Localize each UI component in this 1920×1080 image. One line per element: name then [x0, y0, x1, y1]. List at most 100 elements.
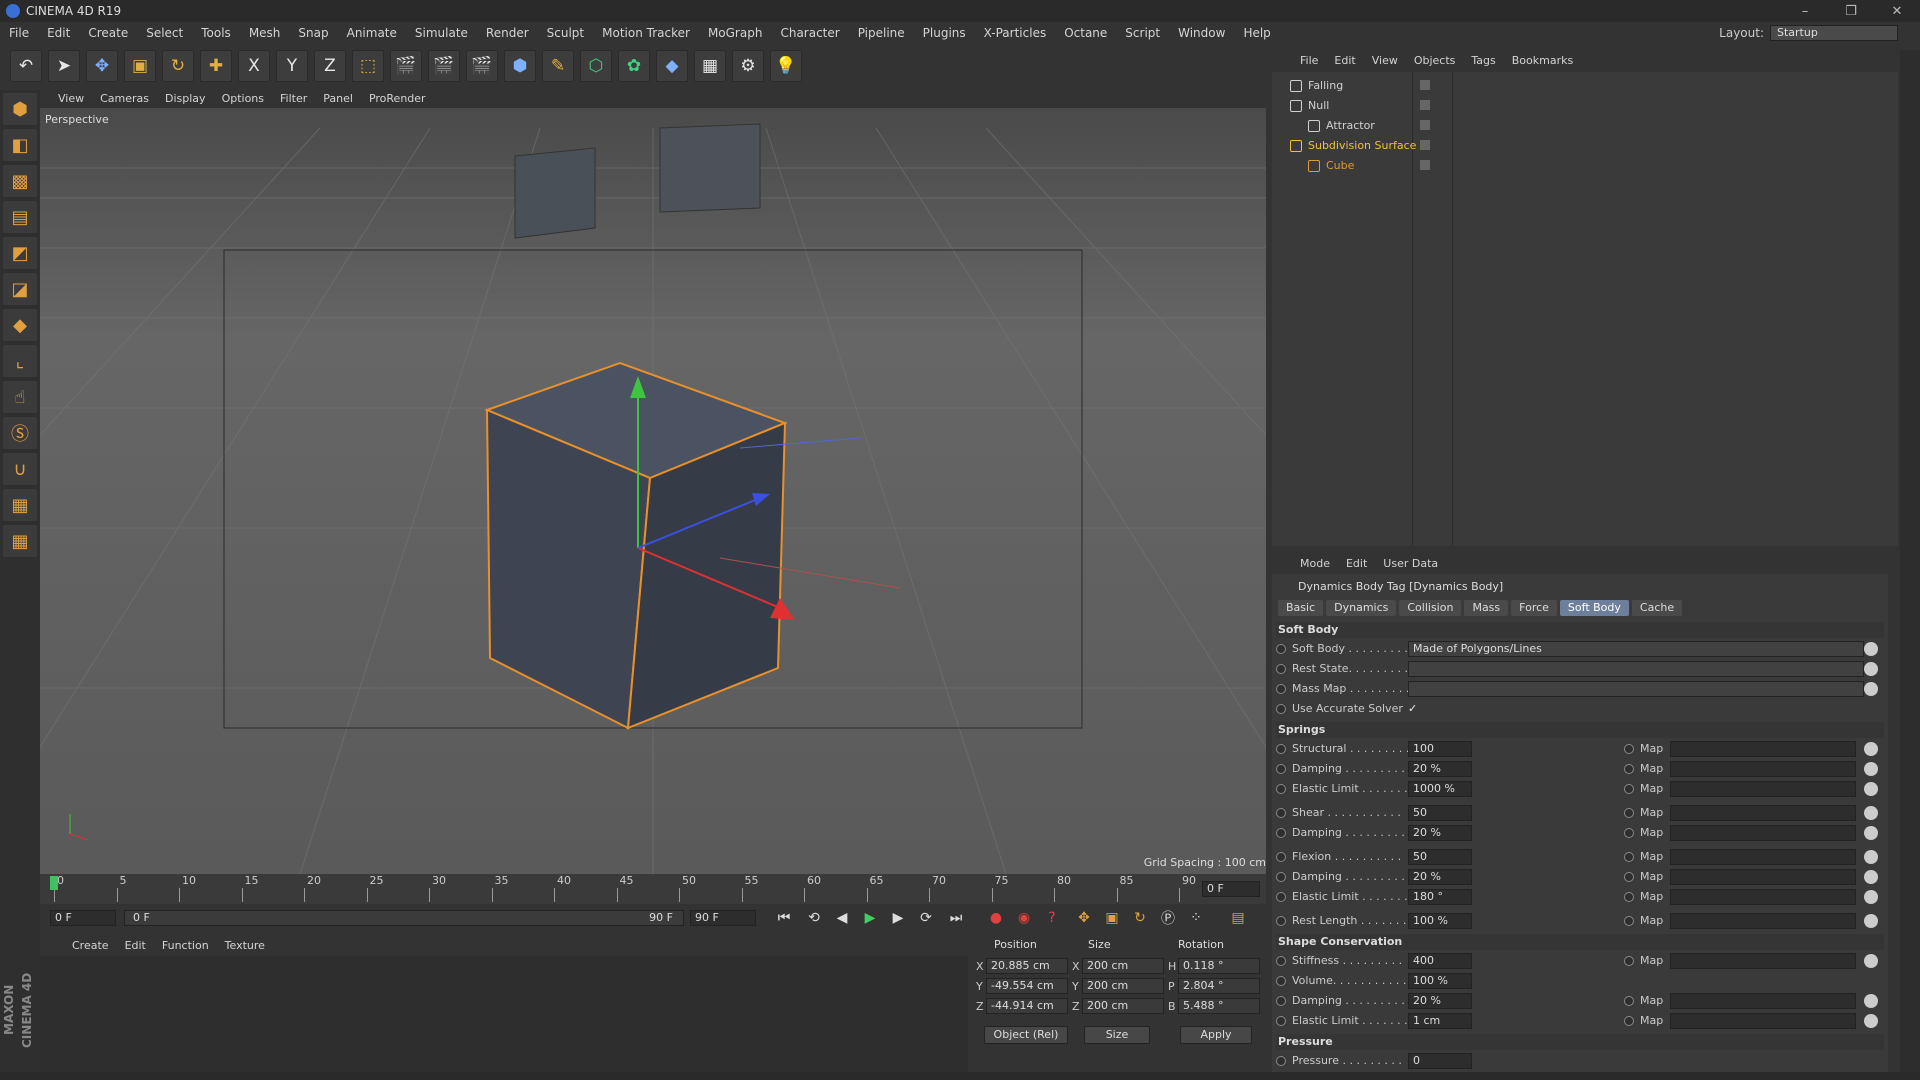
visibility-check-icon[interactable]	[1420, 140, 1430, 150]
rotation-p-field[interactable]: 2.804 °	[1178, 978, 1260, 994]
axis-icon[interactable]: ⌞	[3, 345, 37, 377]
animate-radio[interactable]	[1276, 852, 1286, 862]
workplane-lock-icon[interactable]: ▦	[3, 489, 37, 521]
animate-radio[interactable]	[1276, 664, 1286, 674]
tab-cache[interactable]: Cache	[1631, 600, 1683, 616]
map-link-field[interactable]	[1670, 889, 1856, 905]
menu-item-simulate[interactable]: Simulate	[406, 26, 477, 40]
size-z-field[interactable]: 200 cm	[1082, 998, 1164, 1014]
snap-icon[interactable]: Ⓢ	[3, 417, 37, 449]
menu-item-edit[interactable]: Edit	[38, 26, 79, 40]
prev-key-icon[interactable]: ⟲	[802, 907, 826, 929]
material-menu-function[interactable]: Function	[154, 939, 217, 952]
object-menu-tags[interactable]: Tags	[1463, 54, 1503, 67]
go-to-start-icon[interactable]: ⏮	[772, 907, 796, 929]
menu-item-sculpt[interactable]: Sculpt	[538, 26, 593, 40]
link-clear-icon[interactable]	[1864, 642, 1878, 656]
undo-icon[interactable]: ↶	[10, 50, 42, 82]
viewport-menu-display[interactable]: Display	[157, 92, 214, 105]
parameter-value-field[interactable]: 20 %	[1408, 993, 1472, 1009]
timeline-layout-icon[interactable]: ▤	[1226, 907, 1250, 929]
map-animate-radio[interactable]	[1624, 892, 1634, 902]
close-button[interactable]: ✕	[1874, 4, 1920, 19]
layout-dropdown[interactable]: Startup	[1770, 25, 1898, 41]
object-row-subdivision-surface[interactable]: Subdivision Surface	[1272, 136, 1898, 156]
animate-radio[interactable]	[1276, 872, 1286, 882]
map-link-field[interactable]	[1670, 953, 1856, 969]
material-menu-texture[interactable]: Texture	[217, 939, 273, 952]
object-menu-file[interactable]: File	[1292, 54, 1326, 67]
map-clear-icon[interactable]	[1864, 806, 1878, 820]
parameter-value-field[interactable]: 1 cm	[1408, 1013, 1472, 1029]
map-animate-radio[interactable]	[1624, 872, 1634, 882]
render-settings-icon[interactable]: 🎬	[466, 50, 498, 82]
menu-item-x-particles[interactable]: X-Particles	[975, 26, 1056, 40]
map-clear-icon[interactable]	[1864, 742, 1878, 756]
map-animate-radio[interactable]	[1624, 1016, 1634, 1026]
animate-radio[interactable]	[1276, 784, 1286, 794]
animate-radio[interactable]	[1276, 828, 1286, 838]
viewport-menu-filter[interactable]: Filter	[272, 92, 315, 105]
parameter-value-field[interactable]: Made of Polygons/Lines	[1408, 641, 1864, 657]
menu-item-animate[interactable]: Animate	[338, 26, 406, 40]
cloner-icon[interactable]: ✿	[618, 50, 650, 82]
link-clear-icon[interactable]	[1864, 662, 1878, 676]
coordinate-mode-dropdown[interactable]: Object (Rel)	[984, 1026, 1068, 1044]
map-link-field[interactable]	[1670, 869, 1856, 885]
map-animate-radio[interactable]	[1624, 956, 1634, 966]
animate-radio[interactable]	[1276, 1056, 1286, 1066]
keyframe-selection-icon[interactable]: ?	[1040, 907, 1064, 929]
map-animate-radio[interactable]	[1624, 808, 1634, 818]
range-slider[interactable]: 0 F 90 F	[124, 910, 684, 926]
visibility-check-icon[interactable]	[1420, 100, 1430, 110]
menu-item-plugins[interactable]: Plugins	[914, 26, 975, 40]
map-link-field[interactable]	[1670, 741, 1856, 757]
map-link-field[interactable]	[1670, 761, 1856, 777]
animate-radio[interactable]	[1276, 916, 1286, 926]
map-animate-radio[interactable]	[1624, 828, 1634, 838]
make-editable-icon[interactable]: ⬢	[3, 93, 37, 125]
next-key-icon[interactable]: ⟳	[914, 907, 938, 929]
map-link-field[interactable]	[1670, 805, 1856, 821]
object-row-falling[interactable]: Falling	[1272, 76, 1898, 96]
menu-item-mograph[interactable]: MoGraph	[699, 26, 772, 40]
render-picture-viewer-icon[interactable]: 🎬	[428, 50, 460, 82]
map-clear-icon[interactable]	[1864, 850, 1878, 864]
rotation-b-field[interactable]: 5.488 °	[1178, 998, 1260, 1014]
floor-icon[interactable]: ▦	[694, 50, 726, 82]
animate-radio[interactable]	[1276, 996, 1286, 1006]
record-parameter-icon[interactable]: Ⓟ	[1156, 907, 1180, 929]
animate-radio[interactable]	[1276, 956, 1286, 966]
position-y-field[interactable]: -49.554 cm	[986, 978, 1068, 994]
last-tool-icon[interactable]: ✚	[200, 50, 232, 82]
size-y-field[interactable]: 200 cm	[1082, 978, 1164, 994]
animate-radio[interactable]	[1276, 764, 1286, 774]
start-frame-field[interactable]: 0 F	[50, 910, 116, 926]
light-icon[interactable]: 💡	[770, 50, 802, 82]
parameter-value-field[interactable]: 20 %	[1408, 869, 1472, 885]
menu-item-pipeline[interactable]: Pipeline	[849, 26, 914, 40]
scale-icon[interactable]: ▣	[124, 50, 156, 82]
map-link-field[interactable]	[1670, 913, 1856, 929]
texture-mode-icon[interactable]: ▩	[3, 165, 37, 197]
material-menu-create[interactable]: Create	[64, 939, 117, 952]
viewport-menu-cameras[interactable]: Cameras	[92, 92, 157, 105]
tweak-icon[interactable]: ☝	[3, 381, 37, 413]
record-pla-icon[interactable]: ⁘	[1184, 907, 1208, 929]
go-to-end-icon[interactable]: ⏭	[944, 907, 968, 929]
object-menu-bookmarks[interactable]: Bookmarks	[1504, 54, 1581, 67]
map-clear-icon[interactable]	[1864, 954, 1878, 968]
map-animate-radio[interactable]	[1624, 764, 1634, 774]
menu-item-script[interactable]: Script	[1116, 26, 1169, 40]
next-frame-icon[interactable]: ▶	[886, 907, 910, 929]
parameter-value-field[interactable]: 100 %	[1408, 913, 1472, 929]
points-mode-icon[interactable]: ◩	[3, 237, 37, 269]
parameter-value-field[interactable]: 100	[1408, 741, 1472, 757]
material-menu-edit[interactable]: Edit	[117, 939, 154, 952]
attribute-menu-mode[interactable]: Mode	[1292, 557, 1338, 570]
menu-item-octane[interactable]: Octane	[1055, 26, 1116, 40]
menu-item-character[interactable]: Character	[771, 26, 848, 40]
animate-radio[interactable]	[1276, 1016, 1286, 1026]
parameter-value-field[interactable]	[1408, 661, 1864, 677]
use-accurate-solver-checkbox[interactable]: ✓	[1408, 700, 1417, 718]
